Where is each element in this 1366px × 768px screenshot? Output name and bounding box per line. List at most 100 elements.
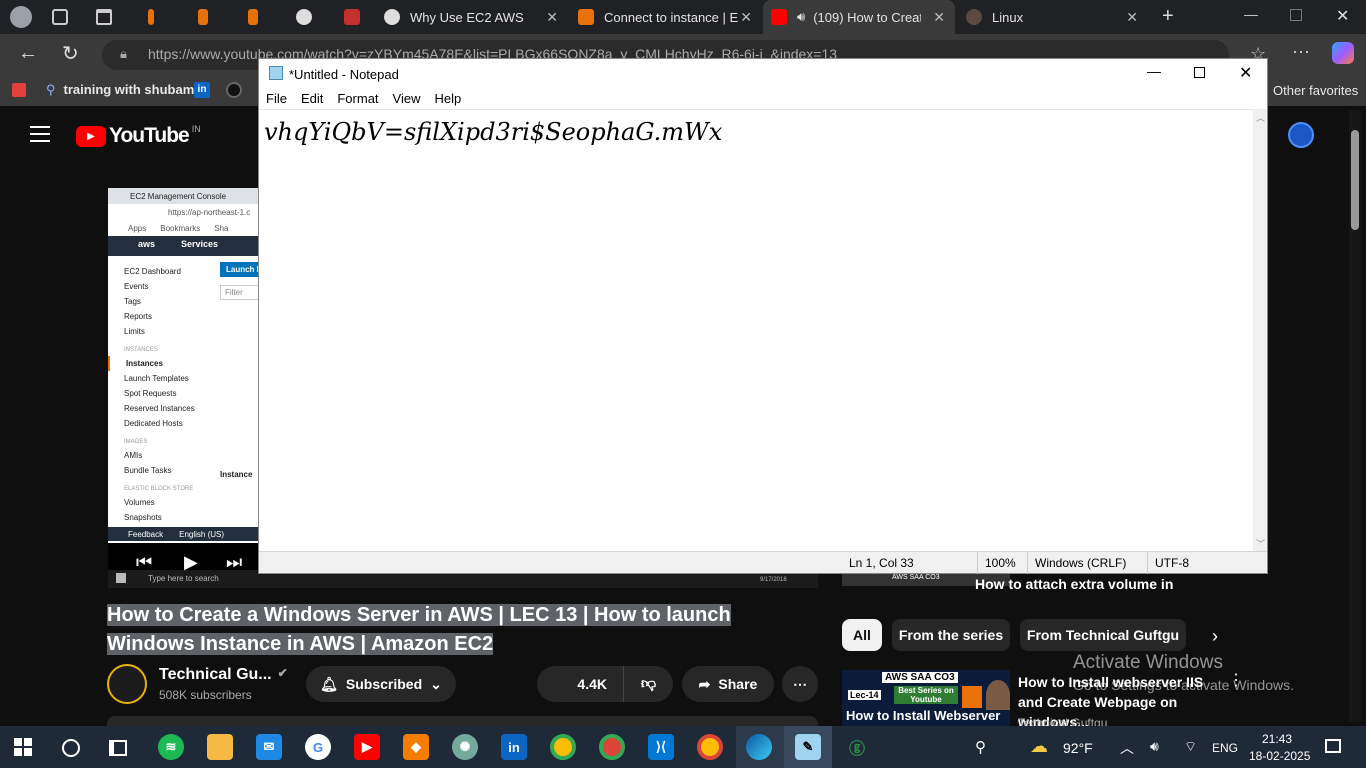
refresh-button[interactable]: ↻ [62,41,79,66]
youtube-icon[interactable]: ▶ [354,734,380,760]
edge-icon[interactable] [746,734,772,760]
like-button[interactable]: 4.4K [537,666,623,702]
start-button[interactable] [14,738,32,756]
related-channel: Technical Guftgu [1018,716,1108,726]
minimize-button[interactable]: — [1244,6,1258,22]
notepad-text-area[interactable]: vhqYiQbV=sfilXipd3ri$SeophaG.mWx [259,109,1253,551]
tab-connect-instance[interactable]: Connect to instance | EC2✕ [570,0,762,34]
channel-name[interactable]: Technical Gu... ✔ [159,666,288,684]
description-box[interactable] [107,716,818,726]
other-favorites[interactable]: Other favorites [1273,83,1358,98]
app-icon [148,9,154,25]
new-tab-button[interactable]: + [1162,5,1174,28]
menu-format[interactable]: Format [330,89,385,109]
menu-icon[interactable] [30,126,50,142]
more-menu-icon[interactable]: ⋯ [1292,42,1310,63]
chrome-icon[interactable] [550,734,576,760]
aws-icon [962,686,982,708]
chevron-down-icon: ⌄ [430,675,442,692]
close-button[interactable]: ✕ [1239,63,1252,83]
github-icon[interactable] [226,82,242,98]
close-icon[interactable]: ✕ [933,9,945,26]
frame-bookmark: Sha [214,224,229,233]
scroll-thumb[interactable] [1351,130,1359,230]
tab-pinned-2[interactable] [190,0,226,34]
chrome-profile-2-icon[interactable] [697,734,723,760]
workspaces-icon[interactable] [52,9,68,25]
copilot-icon[interactable] [1332,42,1354,64]
close-icon[interactable]: ✕ [546,9,558,26]
mail-icon[interactable]: ✉ [256,734,282,760]
tab-actions-icon[interactable] [96,9,112,25]
minimize-button[interactable]: — [1147,63,1161,79]
tab-pinned-1[interactable] [140,0,176,34]
menu-help[interactable]: Help [427,89,468,109]
spotify-icon[interactable]: ≋ [158,734,184,760]
volume-icon[interactable]: 🔊︎ [1150,738,1159,755]
notepad-scrollbar[interactable]: ︿ ﹀ [1253,109,1267,551]
menu-file[interactable]: File [259,89,294,109]
close-icon[interactable]: ✕ [740,9,752,26]
chrome-profile-icon[interactable] [599,734,625,760]
tab-github[interactable] [288,0,324,34]
maximize-button[interactable] [1194,67,1205,78]
dislike-button[interactable]: 👎︎ [623,666,673,702]
language-indicator[interactable]: ENG [1212,741,1238,755]
related-video-1[interactable]: AWS SAA CO3 How to attach extra volume i… [842,574,1242,592]
notepad-icon[interactable]: ✎ [795,734,821,760]
notepad-title-bar[interactable]: *Untitled - Notepad — ✕ [259,59,1267,89]
task-view-button[interactable] [109,740,127,756]
scroll-up-icon[interactable]: ︿ [1256,111,1265,124]
related-thumb-badge: AWS SAA CO3 [882,672,958,683]
people-icon[interactable]: ⚲ [975,738,986,756]
tab-youtube-pinned[interactable] [336,0,372,34]
tab-youtube-active[interactable]: 🔊︎ (109) How to Create ✕ [763,0,955,34]
next-button[interactable]: ⏭︎ [226,552,242,573]
restore-button[interactable] [1290,9,1302,21]
speaker-icon[interactable]: 🔊︎ [797,9,805,25]
menu-edit[interactable]: Edit [294,89,330,109]
subscribed-button[interactable]: 🔔︎ Subscribed ⌄ [306,666,456,702]
geeksforgeeks-icon[interactable]: ⓖ [844,734,870,760]
linkedin-icon[interactable]: in [501,734,527,760]
scroll-down-icon[interactable]: ﹀ [1256,537,1265,550]
tab-why-ec2[interactable]: Why Use EC2 AWS ✕ [376,0,568,34]
favorite-training[interactable]: ⚲ training with shubam [46,82,194,98]
weather-icon[interactable]: ☁ [1030,736,1048,757]
back-button[interactable]: ← [18,42,38,65]
close-window-button[interactable]: ✕ [1336,6,1349,26]
linkedin-icon[interactable]: in [194,82,210,98]
shopping-icon[interactable] [12,83,26,97]
account-avatar[interactable] [1288,122,1314,148]
close-icon[interactable]: ✕ [1126,9,1138,26]
chatgpt-icon[interactable]: ✺ [452,734,478,760]
chip-all[interactable]: All [842,619,882,651]
profile-avatar[interactable] [10,6,32,28]
share-button[interactable]: ➦ Share [682,666,774,702]
vscode-icon[interactable]: ⟩⟨ [648,734,674,760]
play-button[interactable]: ▶ [184,552,198,573]
youtube-logo[interactable]: ▶ YouTube IN [76,124,201,148]
weather-temp[interactable]: 92°F [1063,740,1093,756]
chevron-up-icon[interactable]: ︿ [1120,738,1134,758]
clock-time[interactable]: 21:43 [1262,732,1292,746]
page-scrollbar[interactable] [1349,110,1361,722]
wifi-icon[interactable]: ⌔ [1184,738,1197,756]
google-icon[interactable]: G [305,734,331,760]
tab-pinned-3[interactable] [240,0,276,34]
more-actions-button[interactable]: ⋯ [782,666,818,702]
file-explorer-icon[interactable] [207,734,233,760]
chip-from-series[interactable]: From the series [892,619,1010,651]
chevron-right-icon[interactable]: › [1212,626,1218,647]
related-thumb-title: How to Install Webserver [846,708,1001,723]
previous-button[interactable]: ⏮︎ [136,552,152,573]
search-button[interactable] [62,739,80,757]
tab-linux[interactable]: Linux ✕ [958,0,1148,34]
chip-from-channel[interactable]: From Technical Guftgu [1020,619,1186,651]
menu-view[interactable]: View [386,89,428,109]
frame-aws-logo: aws [138,239,156,249]
box-app-icon[interactable]: ◆ [403,734,429,760]
notifications-icon[interactable] [1325,739,1341,753]
clock-date[interactable]: 18-02-2025 [1249,749,1310,763]
channel-avatar[interactable] [107,664,147,704]
